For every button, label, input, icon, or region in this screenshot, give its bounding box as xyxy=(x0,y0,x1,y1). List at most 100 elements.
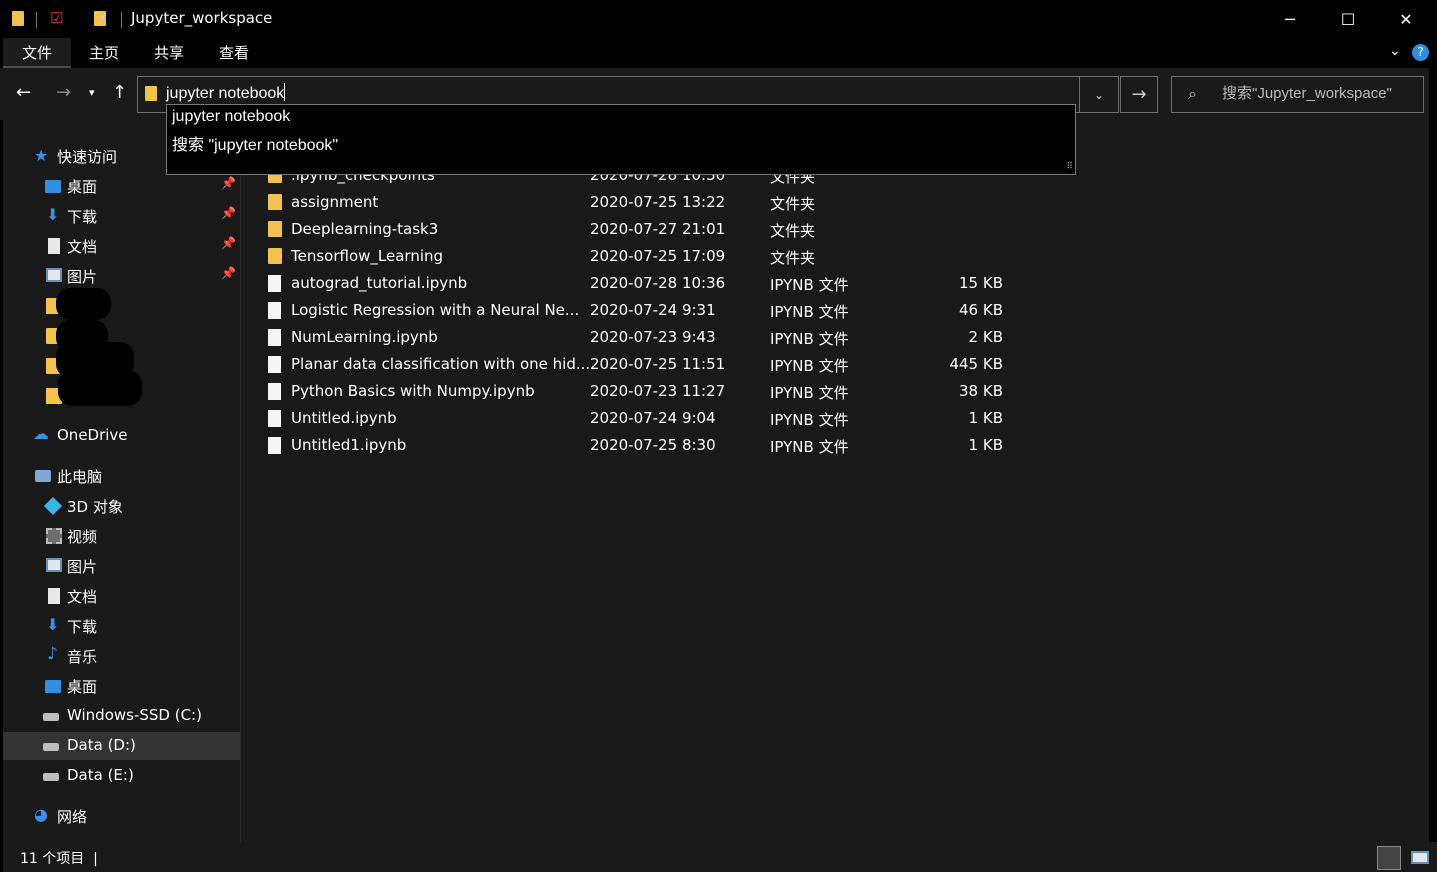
file-row[interactable]: Untitled1.ipynb 2020-07-25 8:30 IPYNB 文件 1 … xyxy=(241,432,1141,459)
tab-file[interactable]: 文件 xyxy=(3,38,71,68)
file-row[interactable]: Logistic Regression with a Neural Ne... 2… xyxy=(241,297,1141,324)
sidebar-item-label: 桌面 xyxy=(67,678,98,696)
file-date: 2020-07-28 10:36 xyxy=(590,274,726,292)
redaction-mark xyxy=(58,370,142,406)
sidebar-item-this-pc[interactable]: 此电脑 xyxy=(3,462,240,490)
file-row[interactable]: Python Basics with Numpy.ipynb 2020-07-23… xyxy=(241,378,1141,405)
sidebar-item-label: 此电脑 xyxy=(57,468,103,486)
tab-view[interactable]: 查看 xyxy=(204,38,264,68)
file-list: .ipynb_checkpoints 2020-07-28 10:30 文件夹 ass… xyxy=(241,120,1429,842)
sidebar-item-desktop[interactable]: 桌面 📌 xyxy=(3,172,240,200)
file-type: IPYNB 文件 xyxy=(770,384,849,402)
folder-icon xyxy=(268,194,282,210)
file-row[interactable]: assignment 2020-07-25 13:22 文件夹 xyxy=(241,189,1141,216)
sidebar-item-videos[interactable]: 视频 xyxy=(3,522,240,550)
maximize-button[interactable]: ☐ xyxy=(1319,0,1377,38)
sidebar-item-redacted[interactable] xyxy=(3,292,240,320)
file-date: 2020-07-23 11:27 xyxy=(590,382,726,400)
file-date: 2020-07-24 9:04 xyxy=(590,409,716,427)
file-size: 38 KB xyxy=(959,382,1003,400)
file-type: IPYNB 文件 xyxy=(770,411,849,429)
forward-icon[interactable]: → xyxy=(56,82,71,103)
tab-share[interactable]: 共享 xyxy=(139,38,199,68)
pin-icon[interactable]: 📌 xyxy=(221,236,236,250)
large-icons-view-icon[interactable] xyxy=(1408,846,1432,870)
sidebar-item-label: 网络 xyxy=(57,808,88,826)
expand-ribbon-icon[interactable]: ⌄ xyxy=(1389,43,1401,59)
sidebar-item-label: 文档 xyxy=(67,238,98,256)
music-icon: ♪ xyxy=(47,644,58,664)
file-icon xyxy=(268,383,281,400)
file-name: Untitled1.ipynb xyxy=(291,436,407,454)
file-row[interactable]: Untitled.ipynb 2020-07-24 9:04 IPYNB 文件 1 K… xyxy=(241,405,1141,432)
properties-icon[interactable]: ☑ xyxy=(50,9,63,27)
search-box[interactable]: ⌕ xyxy=(1171,76,1424,113)
file-name: NumLearning.ipynb xyxy=(291,328,438,346)
divider xyxy=(36,12,37,28)
search-input[interactable] xyxy=(1222,85,1417,102)
window-title: Jupyter_workspace xyxy=(131,9,273,27)
go-button[interactable]: → xyxy=(1120,76,1158,113)
file-size: 2 KB xyxy=(968,328,1003,346)
address-dropdown-button[interactable]: ⌄ xyxy=(1079,76,1119,113)
tab-home[interactable]: 主页 xyxy=(74,38,134,68)
file-row[interactable]: Planar data classification with one hid.… xyxy=(241,351,1141,378)
redaction-mark xyxy=(56,288,111,320)
file-name: autograd_tutorial.ipynb xyxy=(291,274,468,292)
sidebar-item-network[interactable]: ◕ 网络 xyxy=(3,802,240,830)
customize-toolbar-icon[interactable]: ▾ xyxy=(100,12,105,23)
drive-icon xyxy=(43,773,59,781)
file-row[interactable]: Deeplearning-task3 2020-07-27 21:01 文件夹 xyxy=(241,216,1141,243)
file-date: 2020-07-25 13:22 xyxy=(590,193,726,211)
sidebar-item-documents[interactable]: 文档 xyxy=(3,582,240,610)
picture-icon xyxy=(46,558,62,572)
details-view-icon[interactable] xyxy=(1377,846,1401,870)
drive-icon xyxy=(43,713,59,721)
autocomplete-item[interactable]: jupyter notebook xyxy=(172,108,290,126)
sidebar-item-drive-c[interactable]: Windows-SSD (C:) xyxy=(3,702,240,730)
file-name: Python Basics with Numpy.ipynb xyxy=(291,382,535,400)
recent-locations-icon[interactable]: ▾ xyxy=(89,86,95,99)
sidebar-item-drive-e[interactable]: Data (E:) xyxy=(3,762,240,790)
file-row[interactable]: Tensorflow_Learning 2020-07-25 17:09 文件夹 xyxy=(241,243,1141,270)
sidebar-item-pictures[interactable]: 图片 📌 xyxy=(3,262,240,290)
pin-icon[interactable]: 📌 xyxy=(221,266,236,280)
file-name: assignment xyxy=(291,193,379,211)
autocomplete-item[interactable]: 搜索 "jupyter notebook" xyxy=(172,131,338,155)
file-name: Deeplearning-task3 xyxy=(291,220,439,238)
file-type: IPYNB 文件 xyxy=(770,438,849,456)
file-row[interactable]: autograd_tutorial.ipynb 2020-07-28 10:36 I… xyxy=(241,270,1141,297)
sidebar-item-label: 下载 xyxy=(67,208,98,226)
address-input[interactable]: jupyter notebook xyxy=(166,83,1046,103)
sidebar-item-label: 快速访问 xyxy=(57,148,118,166)
close-button[interactable]: ✕ xyxy=(1377,0,1435,38)
sidebar-item-documents[interactable]: 文档 📌 xyxy=(3,232,240,260)
pin-icon[interactable]: 📌 xyxy=(221,176,236,190)
sidebar-item-drive-d[interactable]: Data (D:) xyxy=(3,732,240,760)
address-autocomplete: jupyter notebook 搜索 "jupyter notebook" ⠿ xyxy=(166,104,1076,175)
file-size: 1 KB xyxy=(968,436,1003,454)
resize-grip-icon[interactable]: ⠿ xyxy=(1066,162,1073,172)
help-icon[interactable]: ? xyxy=(1412,44,1429,61)
sidebar-item-downloads[interactable]: ⬇ 下载 xyxy=(3,612,240,640)
up-icon[interactable]: ↑ xyxy=(112,82,127,103)
minimize-button[interactable]: ─ xyxy=(1261,0,1319,38)
file-name: Tensorflow_Learning xyxy=(291,247,444,265)
sidebar-item-label: 视频 xyxy=(67,528,98,546)
file-row[interactable]: NumLearning.ipynb 2020-07-23 9:43 IPYNB 文件… xyxy=(241,324,1141,351)
file-icon xyxy=(268,410,281,427)
sidebar-item-pictures[interactable]: 图片 xyxy=(3,552,240,580)
file-type: IPYNB 文件 xyxy=(770,330,849,348)
document-icon xyxy=(48,238,60,254)
file-icon xyxy=(268,275,281,292)
sidebar-item-music[interactable]: ♪ 音乐 xyxy=(3,642,240,670)
sidebar-item-downloads[interactable]: ⬇ 下载 📌 xyxy=(3,202,240,230)
pin-icon[interactable]: 📌 xyxy=(221,206,236,220)
sidebar-item-3d-objects[interactable]: 3D 对象 xyxy=(3,492,240,520)
file-name: Logistic Regression with a Neural Ne... xyxy=(291,301,580,319)
sidebar-item-label: 图片 xyxy=(67,268,98,286)
back-icon[interactable]: ← xyxy=(16,82,31,103)
sidebar-item-label: 图片 xyxy=(67,558,98,576)
sidebar-item-desktop[interactable]: 桌面 xyxy=(3,672,240,700)
sidebar-item-onedrive[interactable]: ☁ OneDrive xyxy=(3,422,240,450)
